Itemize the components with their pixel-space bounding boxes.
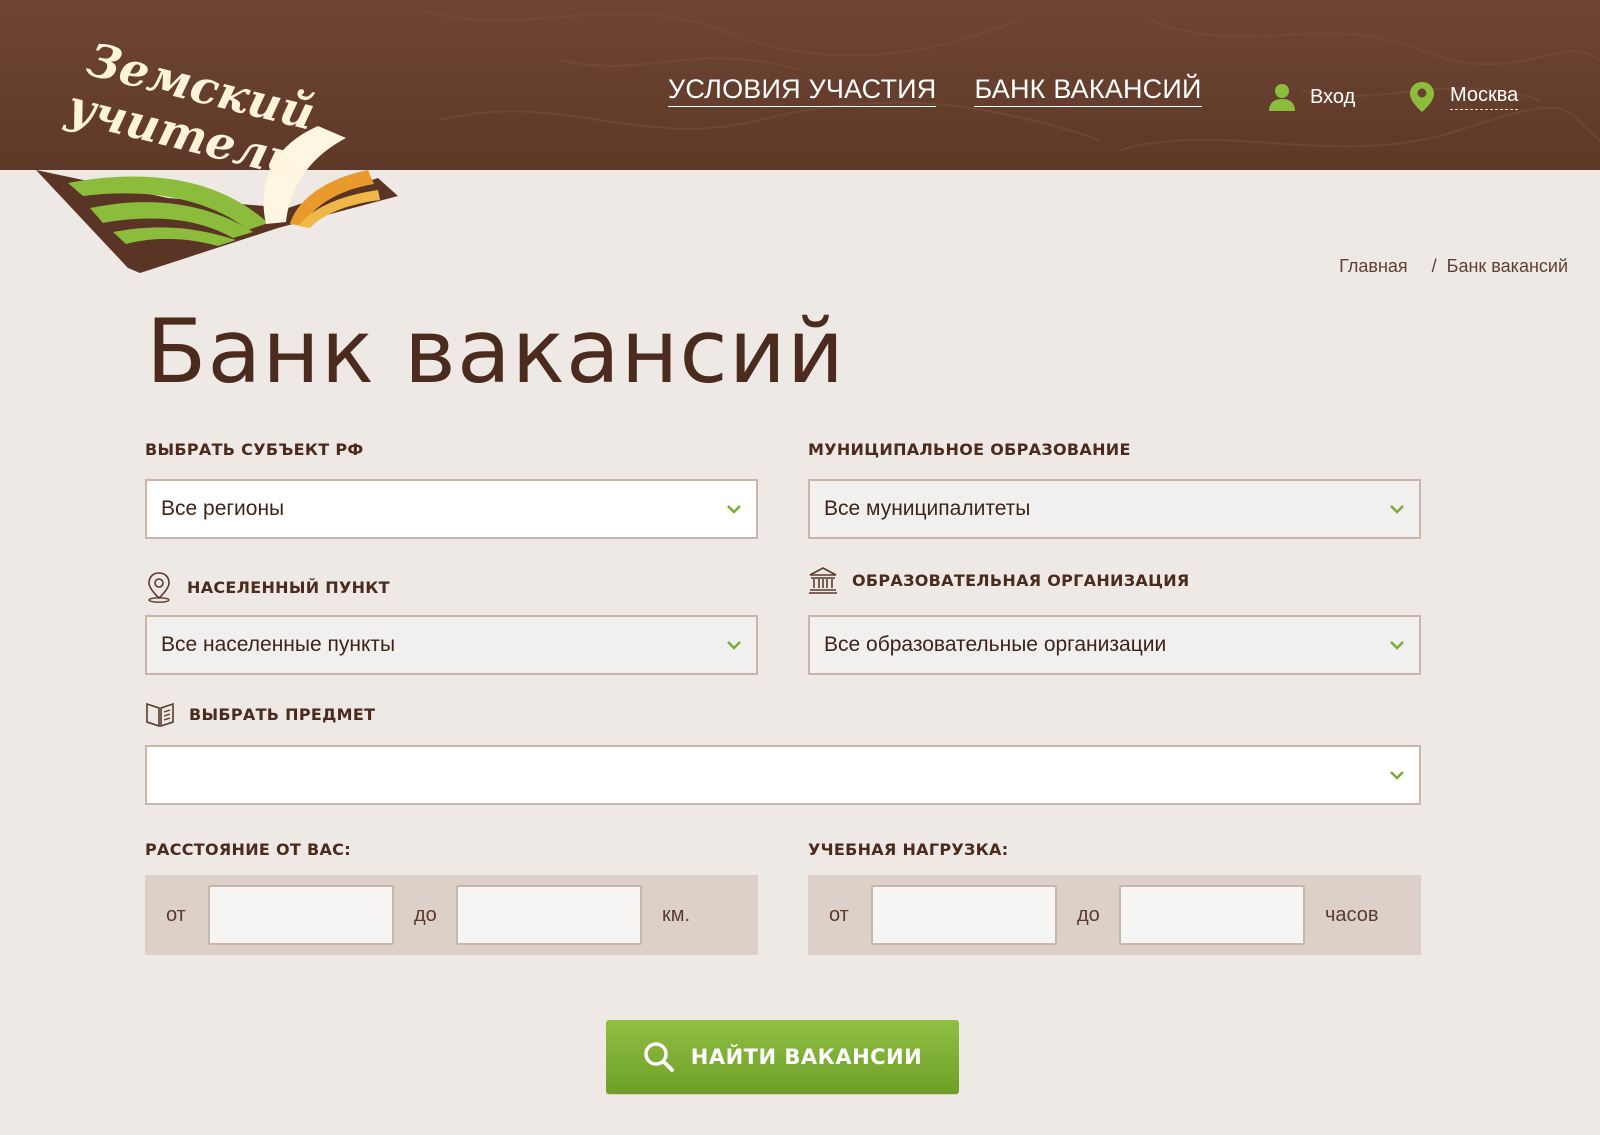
login-label: Вход [1310,85,1356,108]
locality-select-value: Все населенные пункты [161,633,396,656]
breadcrumb: Главная / Банк вакансий [1339,256,1568,277]
distance-label: РАССТОЯНИЕ ОТ ВАС: [145,840,351,859]
distance-unit: км. [662,903,691,926]
locality-label-text: НАСЕЛЕННЫЙ ПУНКТ [187,577,390,597]
region-label-text: ВЫБРАТЬ СУБЪЕКТ РФ [145,440,364,459]
main-nav: УСЛОВИЯ УЧАСТИЯ БАНК ВАКАНСИЙ [668,74,1202,107]
organization-label: ОБРАЗОВАТЕЛЬНАЯ ОРГАНИЗАЦИЯ [808,566,1190,594]
nav-link-vacancies[interactable]: БАНК ВАКАНСИЙ [974,74,1202,107]
region-select[interactable]: Все регионы [145,479,758,539]
workload-to-label: до [1077,903,1100,926]
breadcrumb-separator: / [1431,256,1437,276]
locality-label: НАСЕЛЕННЫЙ ПУНКТ [145,571,390,603]
breadcrumb-current: Банк вакансий [1446,256,1568,276]
distance-from-input[interactable] [208,885,394,945]
workload-to-input[interactable] [1119,885,1305,945]
distance-to-label: до [414,903,437,926]
site-logo[interactable]: Земский учитель [28,18,408,280]
search-icon [644,1042,674,1072]
distance-label-text: РАССТОЯНИЕ ОТ ВАС: [145,840,351,859]
city-selector[interactable]: Москва [1410,82,1519,112]
distance-from-label: от [166,903,186,926]
find-vacancies-button[interactable]: НАЙТИ ВАКАНСИИ [606,1020,959,1094]
organization-select[interactable]: Все образовательные организации [808,615,1421,675]
nav-link-conditions[interactable]: УСЛОВИЯ УЧАСТИЯ [668,74,937,107]
subject-select[interactable] [145,745,1421,805]
map-pin-outline-icon [148,572,170,603]
municipality-label-text: МУНИЦИПАЛЬНОЕ ОБРАЗОВАНИЕ [808,440,1131,459]
chevron-down-icon [1389,504,1405,514]
organization-select-value: Все образовательные организации [824,633,1167,656]
chevron-down-icon [726,504,742,514]
open-book-icon [146,702,174,728]
distance-to-input[interactable] [456,885,642,945]
chevron-down-icon [1389,770,1405,780]
page-title: Банк вакансий [146,300,846,403]
organization-label-text: ОБРАЗОВАТЕЛЬНАЯ ОРГАНИЗАЦИЯ [852,570,1190,590]
institution-building-icon [809,567,837,594]
chevron-down-icon [1389,640,1405,650]
workload-unit: часов [1325,903,1379,926]
region-label: ВЫБРАТЬ СУБЪЕКТ РФ [145,440,364,459]
subject-label-text: ВЫБРАТЬ ПРЕДМЕТ [189,704,376,724]
locality-select[interactable]: Все населенные пункты [145,615,758,675]
workload-from-label: от [829,903,849,926]
location-pin-icon [1410,82,1434,112]
workload-label-text: УЧЕБНАЯ НАГРУЗКА: [808,840,1009,859]
city-name: Москва [1450,84,1519,110]
municipality-select-value: Все муниципалитеты [824,497,1031,520]
distance-range: от до км. [145,875,758,955]
workload-label: УЧЕБНАЯ НАГРУЗКА: [808,840,1008,859]
workload-from-input[interactable] [871,885,1057,945]
user-icon [1269,84,1295,111]
subject-label: ВЫБРАТЬ ПРЕДМЕТ [145,700,375,728]
workload-range: от до часов [808,875,1421,955]
find-vacancies-label: НАЙТИ ВАКАНСИИ [690,1045,923,1069]
municipality-label: МУНИЦИПАЛЬНОЕ ОБРАЗОВАНИЕ [808,440,1131,459]
municipality-select[interactable]: Все муниципалитеты [808,479,1421,539]
breadcrumb-home[interactable]: Главная [1339,256,1408,277]
chevron-down-icon [726,640,742,650]
login-link[interactable]: Вход [1268,82,1355,112]
region-select-value: Все регионы [161,497,285,520]
